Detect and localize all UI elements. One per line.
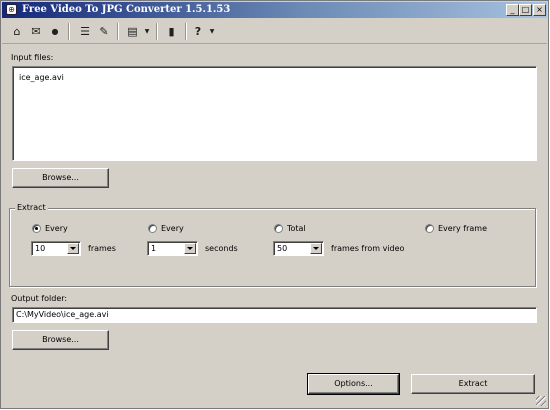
minimize-button[interactable]: _	[506, 4, 519, 16]
options-button[interactable]: Options...	[307, 373, 400, 395]
input-files-list[interactable]: ice_age.avi	[12, 66, 537, 161]
window-dropdown-icon[interactable]: ▼	[142, 24, 152, 39]
help-icon[interactable]: ?	[192, 24, 204, 39]
app-icon: ⊕	[6, 4, 17, 15]
chevron-down-icon[interactable]	[184, 243, 196, 254]
chevron-down-icon[interactable]	[67, 243, 79, 254]
toolbar-separator	[68, 23, 70, 40]
output-folder-field[interactable]: C:\MyVideo\ice_age.avi	[12, 307, 537, 323]
toolbar-separator	[156, 23, 158, 40]
extract-button[interactable]: Extract	[411, 374, 535, 394]
frames-count-select[interactable]: 10	[31, 241, 81, 256]
every-frames-radio[interactable]	[32, 224, 41, 233]
input-browse-button[interactable]: Browse...	[12, 168, 109, 188]
total-frames-label: Total	[287, 224, 306, 233]
window-title: Free Video To JPG Converter 1.5.1.53	[22, 4, 231, 15]
list-item[interactable]: ice_age.avi	[19, 73, 64, 82]
app-window: ⊕ Free Video To JPG Converter 1.5.1.53 _…	[0, 0, 549, 409]
total-frames-unit-label: frames from video	[331, 244, 405, 253]
toolbar-separator	[117, 23, 119, 40]
window-icon[interactable]: ▤	[125, 24, 140, 39]
every-frame-label: Every frame	[438, 224, 487, 233]
edit-icon[interactable]: ✎	[96, 24, 112, 39]
frames-count-value: 10	[35, 244, 46, 253]
title-bar[interactable]: ⊕ Free Video To JPG Converter 1.5.1.53 _…	[2, 2, 547, 18]
chevron-down-icon[interactable]	[310, 243, 322, 254]
resize-grip[interactable]	[536, 396, 546, 406]
total-frames-value: 50	[277, 244, 288, 253]
every-frames-label: Every	[45, 224, 68, 233]
help-dropdown-icon[interactable]: ▼	[207, 24, 217, 39]
seconds-count-select[interactable]: 1	[147, 241, 198, 256]
output-browse-button[interactable]: Browse...	[12, 330, 109, 350]
seconds-count-value: 1	[151, 244, 157, 253]
input-files-label: Input files:	[11, 53, 54, 62]
film-icon[interactable]: ▮	[164, 24, 179, 39]
user-icon[interactable]: ●	[47, 24, 63, 39]
total-frames-select[interactable]: 50	[273, 241, 324, 256]
every-frame-radio[interactable]	[425, 224, 434, 233]
total-frames-radio[interactable]	[274, 224, 283, 233]
toolbar: ⌂ ✉ ● ☰ ✎ ▤ ▼ ▮ ? ▼	[2, 19, 547, 44]
output-folder-label: Output folder:	[11, 294, 68, 303]
toolbar-separator	[185, 23, 187, 40]
extract-group-label: Extract	[15, 202, 48, 213]
every-seconds-label: Every	[161, 224, 184, 233]
frames-unit-label: frames	[88, 244, 116, 253]
maximize-button[interactable]: □	[519, 4, 532, 16]
list-icon[interactable]: ☰	[77, 24, 93, 39]
output-folder-value: C:\MyVideo\ice_age.avi	[16, 310, 109, 319]
mail-icon[interactable]: ✉	[28, 24, 44, 39]
seconds-unit-label: seconds	[205, 244, 238, 253]
close-button[interactable]: ×	[533, 4, 546, 16]
every-seconds-radio[interactable]	[148, 224, 157, 233]
home-icon[interactable]: ⌂	[9, 24, 25, 39]
